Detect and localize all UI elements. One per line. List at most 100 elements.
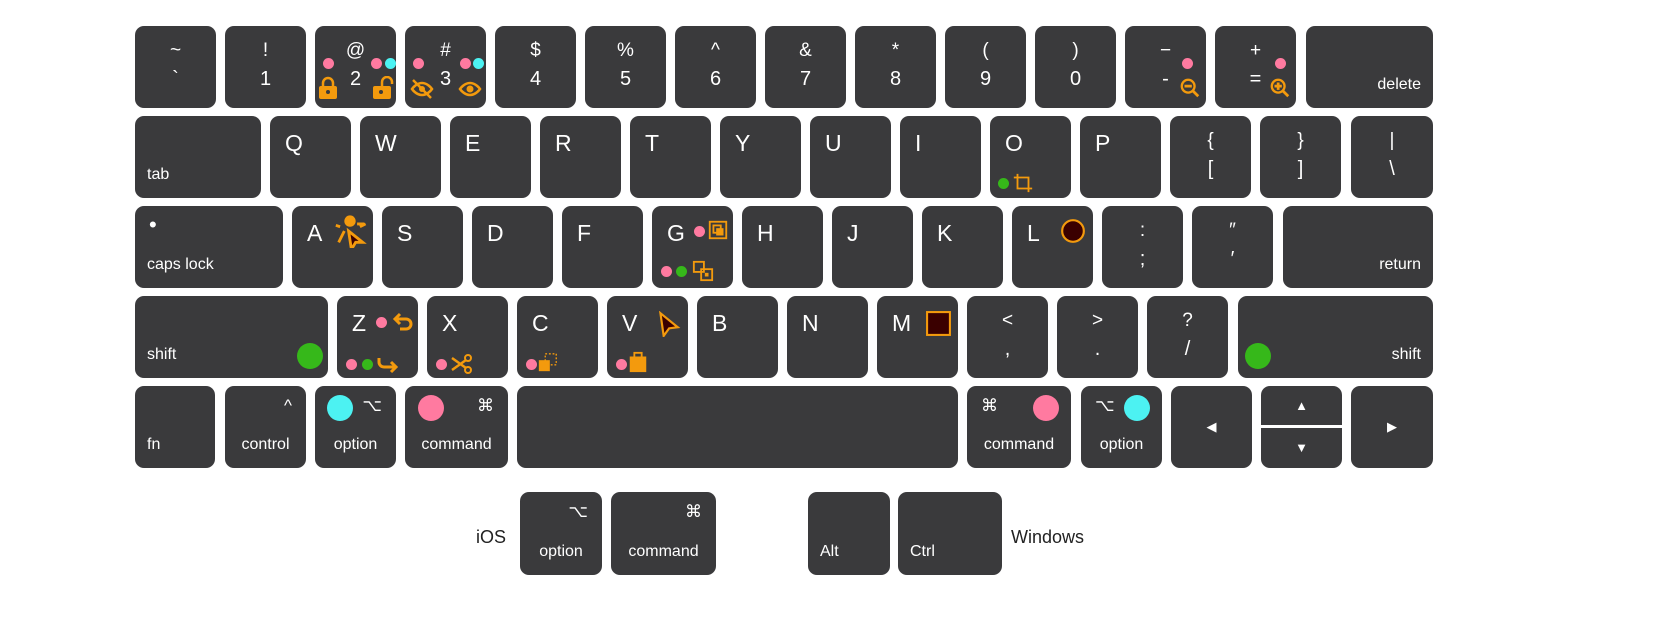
key-letter: S — [397, 220, 413, 246]
key-arrow-right[interactable]: ▶ — [1351, 386, 1433, 468]
key-lbracket[interactable]: {[ — [1170, 116, 1251, 198]
key-ios-option[interactable]: option ⌥ — [520, 492, 602, 575]
key-quote[interactable]: ″ ′ — [1192, 206, 1273, 288]
key-letter: U — [825, 130, 842, 156]
key-r[interactable]: R — [540, 116, 621, 198]
key-letter: E — [465, 130, 481, 156]
key-top-legend: < — [1001, 310, 1014, 331]
pink-dot-marker — [525, 358, 537, 370]
key-tab[interactable]: tab — [135, 116, 261, 198]
key-tilde[interactable]: ~ ` — [135, 26, 216, 108]
key-w[interactable]: W — [360, 116, 441, 198]
key-capslock[interactable]: caps lock • — [135, 206, 283, 288]
key-backslash[interactable]: | \ — [1351, 116, 1433, 198]
key-bottom-legend: ` — [172, 68, 179, 90]
key-win-ctrl[interactable]: Ctrl — [898, 492, 1002, 575]
key-comma[interactable]: <, — [967, 296, 1048, 378]
key-option-right[interactable]: option ⌥ — [1081, 386, 1162, 468]
key-period[interactable]: >. — [1057, 296, 1138, 378]
key-s[interactable]: S — [382, 206, 463, 288]
key-letter: K — [937, 220, 953, 246]
key-t[interactable]: T — [630, 116, 711, 198]
pink-dot-marker — [322, 57, 334, 69]
key-letter: O — [1005, 130, 1023, 156]
key-top-legend: ! — [262, 40, 269, 61]
zoom-out-icon — [1179, 77, 1201, 99]
key-8[interactable]: * 8 — [855, 26, 936, 108]
key-symbol: ⌥ — [568, 502, 588, 521]
key-fn[interactable]: fn — [135, 386, 215, 468]
key-symbol: ^ — [284, 396, 292, 415]
key-symbol: ⌘ — [477, 396, 494, 415]
key-f[interactable]: F — [562, 206, 643, 288]
key-win-alt[interactable]: Alt — [808, 492, 890, 575]
key-letter: D — [487, 220, 504, 246]
key-slash[interactable]: ? / — [1147, 296, 1228, 378]
key-p[interactable]: P — [1080, 116, 1161, 198]
key-q[interactable]: Q — [270, 116, 351, 198]
key-b[interactable]: B — [697, 296, 778, 378]
key-arrow-up[interactable]: ▲ — [1261, 386, 1342, 426]
key-arrow-left[interactable]: ◀ — [1171, 386, 1252, 468]
pink-circle-marker — [418, 395, 444, 421]
redo-icon — [376, 350, 400, 374]
key-1[interactable]: ! 1 — [225, 26, 306, 108]
key-symbol: ▲ — [1295, 398, 1308, 413]
key-letter: T — [645, 130, 660, 156]
key-bottom-legend: 7 — [799, 68, 812, 90]
key-9[interactable]: (9 — [945, 26, 1026, 108]
scissors-icon — [450, 352, 474, 376]
key-e[interactable]: E — [450, 116, 531, 198]
key-shift-right[interactable]: shift — [1238, 296, 1433, 378]
ungroup-icon — [692, 260, 714, 282]
key-letter: H — [757, 220, 774, 246]
key-bottom-legend: 6 — [709, 68, 722, 90]
key-rbracket[interactable]: }] — [1260, 116, 1341, 198]
zoom-in-icon — [1269, 77, 1291, 99]
key-shift-left[interactable]: shift — [135, 296, 328, 378]
key-y[interactable]: Y — [720, 116, 801, 198]
key-j[interactable]: J — [832, 206, 913, 288]
key-d[interactable]: D — [472, 206, 553, 288]
pink-dot-marker — [1181, 57, 1193, 69]
key-return[interactable]: return — [1283, 206, 1433, 288]
lock-closed-icon — [316, 76, 340, 100]
key-symbol: ◀ — [1206, 419, 1217, 434]
cyan-dot-marker — [472, 57, 484, 69]
key-top-legend: : — [1139, 220, 1146, 241]
key-label: fn — [147, 436, 161, 453]
key-top-legend: & — [799, 40, 812, 61]
key-semicolon[interactable]: :; — [1102, 206, 1183, 288]
key-control[interactable]: control ^ — [225, 386, 306, 468]
arrow-divider — [1261, 425, 1342, 427]
key-bottom-legend: . — [1094, 338, 1101, 360]
key-option-left[interactable]: option ⌥ — [315, 386, 396, 468]
pink-circle-marker — [1033, 395, 1059, 421]
key-letter: W — [375, 130, 397, 156]
undo-icon — [391, 310, 415, 334]
key-label: Alt — [820, 543, 839, 560]
keyboard-diagram: ~ `! 1 @2 #3 $4% 5 ^ 6 & 7 * 8(9) 0− - + = delete tab Q W E R T… — [0, 0, 1667, 631]
key-n[interactable]: N — [787, 296, 868, 378]
pink-dot-marker — [375, 316, 387, 328]
key-0[interactable]: ) 0 — [1035, 26, 1116, 108]
key-h[interactable]: H — [742, 206, 823, 288]
key-space[interactable] — [517, 386, 958, 468]
key-u[interactable]: U — [810, 116, 891, 198]
key-delete[interactable]: delete — [1306, 26, 1433, 108]
key-i[interactable]: I — [900, 116, 981, 198]
key-bottom-legend: 5 — [619, 68, 632, 90]
key-bottom-legend: \ — [1389, 158, 1395, 180]
pink-dot-marker — [345, 358, 357, 370]
green-circle-marker — [297, 343, 323, 369]
key-5[interactable]: % 5 — [585, 26, 666, 108]
key-k[interactable]: K — [922, 206, 1003, 288]
key-letter: F — [577, 220, 592, 246]
key-7[interactable]: & 7 — [765, 26, 846, 108]
key-bottom-legend: 4 — [529, 68, 542, 90]
key-arrow-down[interactable]: ▼ — [1261, 428, 1342, 468]
key-4[interactable]: $4 — [495, 26, 576, 108]
key-ios-command[interactable]: command ⌘ — [611, 492, 716, 575]
key-6[interactable]: ^ 6 — [675, 26, 756, 108]
key-top-legend: } — [1297, 130, 1304, 151]
